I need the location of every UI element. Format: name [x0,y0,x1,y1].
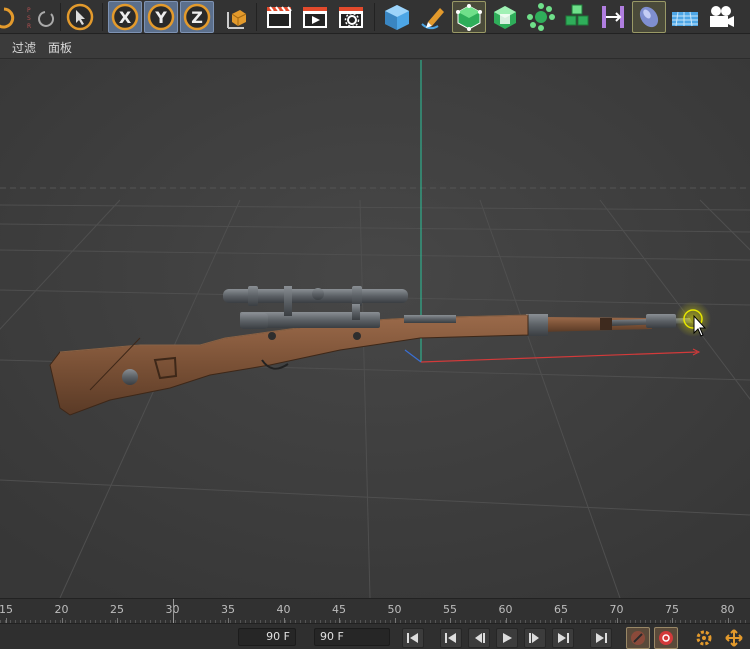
x-axis-lock-button[interactable]: X [108,1,142,33]
undo-icon [0,7,15,29]
camera-object-button[interactable] [704,1,738,33]
pen-tool-button[interactable] [416,1,450,33]
prev-key-icon [445,633,456,643]
next-frame-icon [529,633,539,643]
menu-panel[interactable]: 面板 [48,39,72,56]
record-active-button[interactable] [626,627,650,649]
ruler-tick-label: 70 [609,603,624,616]
ruler-tick-label: 40 [276,603,291,616]
timeline-ruler[interactable]: 1520253035404550556065707580 [0,598,750,624]
ruler-tick-label: 75 [665,603,679,616]
live-select-button[interactable] [63,1,97,33]
ruler-tick-label: 50 [387,603,402,616]
mograph-cloner-button[interactable] [524,1,558,33]
z-axis-icon: Z [183,3,211,31]
deformer-bend-icon [602,6,624,28]
end-frame-field[interactable]: 90 F [238,628,296,646]
world-coordinate-icon [227,10,247,29]
move-arrows-icon [725,629,743,647]
ruler-tick-label: 65 [554,603,568,616]
3d-viewport[interactable] [0,60,750,598]
cinema4d-window: P S R X Y Z 过滤 面板 15 20 25 35 40 45 50 5… [0,0,750,649]
x-axis-icon: X [111,3,139,31]
svg-text:S: S [27,15,31,22]
y-axis-lock-button[interactable]: Y [144,1,178,33]
next-key-icon [558,633,569,643]
ruler-tick-label: 45 [332,603,346,616]
ruler-tick-label: 35 [221,603,235,616]
svg-text:X: X [119,8,132,27]
viewport-canvas [0,60,750,598]
menu-filter[interactable]: 过滤 [12,39,36,56]
undo-button[interactable] [0,1,18,33]
cursor-arrow-icon [66,3,94,31]
pen-icon [421,8,444,30]
generator-button[interactable] [560,1,594,33]
playhead[interactable] [172,599,174,624]
field-capsule-icon [639,6,659,28]
skip-end-icon [596,633,607,643]
main-toolbar: P S R X Y Z [0,0,750,34]
render-view-button[interactable] [262,1,296,33]
next-key-button[interactable] [552,628,574,648]
prev-frame-button[interactable] [468,628,490,648]
svg-text:P: P [27,7,31,14]
ruler-tick-label: 25 [110,603,124,616]
subdivision-surface-button[interactable] [452,1,486,33]
ruler-tick-label: 55 [443,603,457,616]
move-keys-button[interactable] [722,627,746,649]
stacked-cubes-icon [565,4,589,26]
keyframe-selection-button[interactable] [692,627,716,649]
mograph-cloner-icon [527,3,555,31]
skip-start-icon [407,633,418,643]
cube-icon [385,5,409,30]
coordinate-system-button[interactable] [218,1,252,33]
ruler-tick-label: 80 [720,603,735,616]
gear-key-icon [696,630,712,646]
prev-key-button[interactable] [440,628,462,648]
play-button[interactable] [496,628,518,648]
render-picture-button[interactable] [298,1,332,33]
render-settings-button[interactable] [334,1,368,33]
autokey-icon [659,631,673,645]
transport-bar: 90 F 90 F [0,623,750,649]
floor-object-button[interactable] [668,1,702,33]
ruler-tick-label: 15 [0,603,13,616]
ruler-tick-label: 20 [54,603,69,616]
field-button[interactable] [632,1,666,33]
svg-text:Z: Z [191,8,203,27]
key-record-icon [631,631,645,645]
next-frame-button[interactable] [524,628,546,648]
clapper-icon [267,6,292,28]
extrude-cube-icon [494,6,516,29]
psr-keys-button[interactable]: P S R [22,1,58,33]
render-play-icon [303,7,327,28]
deformer-button[interactable] [596,1,630,33]
play-icon [503,633,512,643]
prev-frame-icon [475,633,485,643]
goto-end-button[interactable] [590,628,612,648]
selection-highlight [675,301,711,337]
floor-grid-icon [672,11,698,27]
ruler-tick-label: 60 [498,603,513,616]
svg-text:Y: Y [154,8,167,27]
cube-object-button[interactable] [380,1,414,33]
z-axis-lock-button[interactable]: Z [180,1,214,33]
viewport-menu-bar: 过滤 面板 [0,35,750,59]
extrude-button[interactable] [488,1,522,33]
key-psr-icon: P S R [27,7,54,30]
goto-start-button[interactable] [402,628,424,648]
subdivision-cube-icon [456,4,482,31]
render-settings-icon [339,7,363,28]
max-frame-field[interactable]: 90 F [314,628,390,646]
y-axis-icon: Y [147,3,175,31]
camera-icon [710,6,734,27]
autokey-button[interactable] [654,627,678,649]
svg-text:R: R [27,23,31,30]
